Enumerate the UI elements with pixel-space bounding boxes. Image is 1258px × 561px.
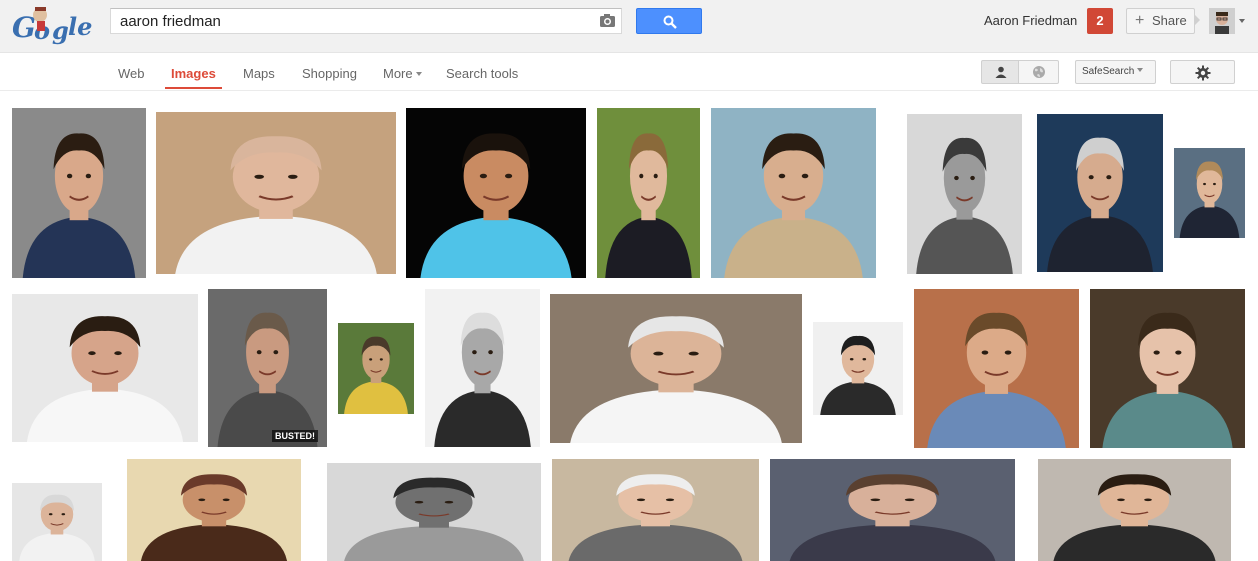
image-result[interactable]: [550, 294, 802, 443]
avatar[interactable]: [1209, 8, 1235, 34]
image-result[interactable]: [208, 289, 327, 447]
svg-text:g: g: [52, 16, 69, 45]
tab-more-label: More: [383, 66, 413, 81]
safesearch-dropdown[interactable]: SafeSearch: [1075, 60, 1156, 84]
share-label: Share: [1152, 13, 1187, 28]
image-result[interactable]: [597, 108, 700, 278]
image-result[interactable]: [1090, 289, 1245, 448]
tab-maps[interactable]: Maps: [243, 66, 275, 81]
image-result[interactable]: [12, 483, 102, 561]
search-icon: [663, 15, 677, 29]
personal-results-button[interactable]: [981, 60, 1019, 84]
active-tab-indicator: [165, 87, 222, 89]
image-result[interactable]: [914, 289, 1079, 448]
tab-images[interactable]: Images: [171, 66, 216, 81]
image-result[interactable]: [338, 323, 414, 414]
search-tools-button[interactable]: Search tools: [446, 66, 518, 81]
plus-icon: +: [1135, 12, 1145, 29]
search-box: [110, 8, 622, 34]
image-result[interactable]: [425, 289, 540, 447]
image-result[interactable]: [711, 108, 876, 278]
image-result[interactable]: [406, 108, 586, 278]
image-result[interactable]: [813, 322, 903, 415]
image-result[interactable]: [12, 108, 146, 278]
chevron-down-icon[interactable]: [1239, 19, 1245, 23]
settings-button[interactable]: [1170, 60, 1235, 84]
svg-text:G: G: [12, 11, 36, 44]
camera-icon[interactable]: [599, 13, 616, 28]
image-result[interactable]: [127, 459, 301, 561]
global-results-button[interactable]: [1019, 60, 1059, 84]
top-bar: G o g le Aaron Friedman 2 + Share: [0, 0, 1258, 53]
svg-text:le: le: [68, 12, 92, 41]
image-result[interactable]: [907, 114, 1022, 274]
image-result[interactable]: [1038, 459, 1231, 561]
image-result[interactable]: [770, 459, 1015, 561]
search-button[interactable]: [636, 8, 702, 34]
busted-badge: BUSTED!: [272, 430, 318, 442]
image-result[interactable]: [1174, 148, 1245, 238]
globe-icon: [1033, 66, 1045, 78]
share-pointer: [1194, 14, 1200, 26]
tab-shopping[interactable]: Shopping: [302, 66, 357, 81]
person-icon: [995, 66, 1007, 78]
image-result[interactable]: [156, 112, 396, 274]
search-input[interactable]: [111, 9, 591, 33]
image-result[interactable]: [552, 459, 759, 561]
share-button[interactable]: + Share: [1126, 8, 1195, 34]
google-doodle-logo[interactable]: G o g le: [10, 3, 98, 47]
tab-web[interactable]: Web: [118, 66, 145, 81]
gear-icon: [1195, 65, 1211, 81]
image-result[interactable]: [327, 463, 541, 561]
chevron-down-icon: [415, 71, 422, 76]
image-result[interactable]: [1037, 114, 1163, 272]
safesearch-label: SafeSearch: [1082, 66, 1135, 77]
notification-badge[interactable]: 2: [1087, 8, 1113, 34]
chevron-down-icon: [1137, 68, 1144, 73]
image-result[interactable]: [12, 294, 198, 442]
tab-more[interactable]: More: [383, 66, 422, 81]
user-name[interactable]: Aaron Friedman: [984, 13, 1077, 28]
